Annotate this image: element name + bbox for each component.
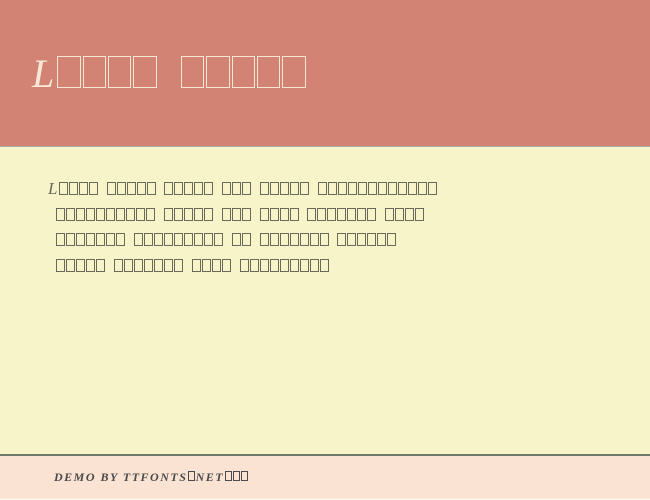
footer-bar: DEMO BY TTFONTS NET — [0, 454, 650, 498]
header-banner: L — [0, 0, 650, 146]
sample-paragraph: L — [48, 175, 602, 280]
sample-text-area: L — [0, 146, 650, 454]
title-glyph-word-2 — [180, 55, 307, 95]
font-title: L — [32, 50, 307, 97]
footer-prefix: DEMO BY TTFONTS — [54, 470, 187, 484]
title-first-letter: L — [32, 51, 56, 96]
body-first-letter: L — [48, 179, 58, 198]
footer-suffix: NET — [196, 470, 225, 484]
demo-credit: DEMO BY TTFONTS NET — [54, 470, 249, 485]
title-glyph-word-1 — [56, 55, 158, 95]
